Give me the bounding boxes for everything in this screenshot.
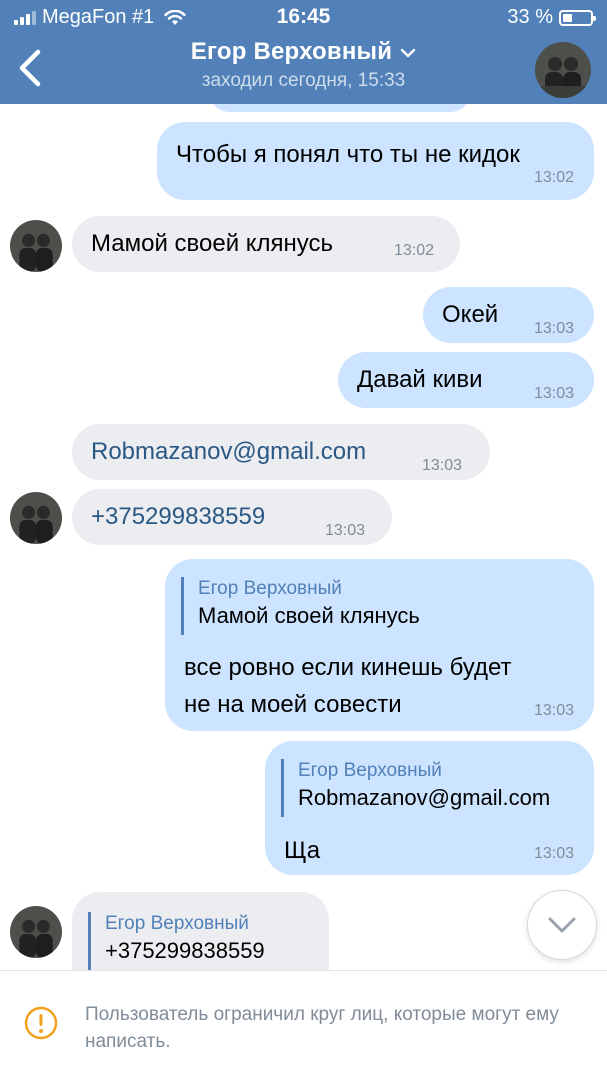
message-text: Окей: [442, 301, 499, 328]
phone-link[interactable]: +375299838559: [91, 502, 265, 532]
email-link[interactable]: Robmazanov@gmail.com: [91, 437, 366, 467]
message-time: 13:03: [533, 385, 574, 402]
status-right: 33 %: [507, 6, 596, 29]
chat-header: MegaFon #1 16:45 33 % Егор Верховный зах…: [0, 0, 607, 104]
message-bubble-incoming-reply[interactable]: Егор Верховный +375299838559: [72, 892, 329, 970]
reply-text: +375299838559: [105, 938, 265, 963]
message-time: 13:03: [533, 320, 574, 337]
battery-icon: [559, 9, 596, 26]
message-time: 13:03: [533, 845, 574, 862]
chat-title-block[interactable]: Егор Верховный заходил сегодня, 15:33: [0, 38, 607, 92]
message-bubble-outgoing[interactable]: Окей 13:03: [423, 287, 594, 343]
chevron-down-icon: [401, 48, 416, 57]
chevron-down-icon: [548, 917, 576, 933]
battery-percent: 33 %: [507, 6, 553, 28]
message-bubble-partial: [210, 104, 470, 112]
warning-icon: [24, 1006, 58, 1040]
message-text: Ща: [284, 837, 321, 864]
message-time: 13:02: [394, 242, 435, 259]
avatar-image: [10, 220, 62, 272]
status-bar: MegaFon #1 16:45 33 %: [0, 0, 607, 34]
contact-avatar[interactable]: [535, 42, 591, 98]
message-bubble-outgoing-reply[interactable]: Егор Верховный Robmazanov@gmail.com Ща 1…: [265, 741, 594, 875]
message-time: 13:03: [325, 522, 366, 539]
message-bubble-incoming[interactable]: Robmazanov@gmail.com 13:03: [72, 424, 490, 480]
scroll-to-bottom-button[interactable]: [527, 890, 597, 960]
message-time: 13:03: [422, 457, 463, 474]
sender-avatar[interactable]: [10, 220, 62, 272]
last-seen: заходил сегодня, 15:33: [201, 70, 406, 91]
message-list[interactable]: Чтобы я понял что ты не кидок 13:02 Мамо…: [0, 104, 607, 970]
restriction-notice: Пользователь ограничил круг лиц, которые…: [0, 970, 607, 1080]
reply-quote[interactable]: Егор Верховный +375299838559: [88, 912, 265, 970]
message-bubble-incoming[interactable]: Мамой своей клянусь 13:02: [72, 216, 460, 272]
message-text-line-1: все ровно если кинешь будет: [184, 654, 512, 681]
message-bubble-incoming[interactable]: +375299838559 13:03: [72, 489, 392, 545]
reply-text: Мамой своей клянусь: [198, 603, 420, 628]
avatar-image: [535, 42, 591, 98]
message-bubble-outgoing[interactable]: Чтобы я понял что ты не кидок 13:02: [157, 122, 594, 200]
message-bubble-outgoing-reply[interactable]: Егор Верховный Мамой своей клянусь все р…: [165, 559, 594, 731]
sender-avatar[interactable]: [10, 492, 62, 544]
reply-author: Егор Верховный: [198, 578, 342, 599]
sender-avatar[interactable]: [10, 906, 62, 958]
avatar-image: [10, 906, 62, 958]
message-text: Мамой своей клянусь: [91, 230, 334, 257]
message-bubble-outgoing[interactable]: Давай киви 13:03: [338, 352, 594, 408]
reply-author: Егор Верховный: [105, 913, 249, 934]
avatar-image: [10, 492, 62, 544]
message-text: Чтобы я понял что ты не кидок: [176, 141, 520, 168]
reply-quote[interactable]: Егор Верховный Мамой своей клянусь: [181, 577, 420, 635]
restriction-message: Пользователь ограничил круг лиц, которые…: [85, 1004, 559, 1052]
message-text-line-2: не на моей совести: [184, 691, 402, 718]
message-time: 13:02: [533, 169, 574, 186]
chat-title[interactable]: Егор Верховный: [0, 38, 607, 66]
reply-text: Robmazanov@gmail.com: [298, 785, 551, 810]
message-text: Давай киви: [357, 366, 483, 393]
contact-name: Егор Верховный: [190, 38, 393, 65]
reply-quote[interactable]: Егор Верховный Robmazanov@gmail.com: [281, 759, 550, 817]
reply-author: Егор Верховный: [298, 760, 442, 781]
message-time: 13:03: [533, 702, 574, 719]
